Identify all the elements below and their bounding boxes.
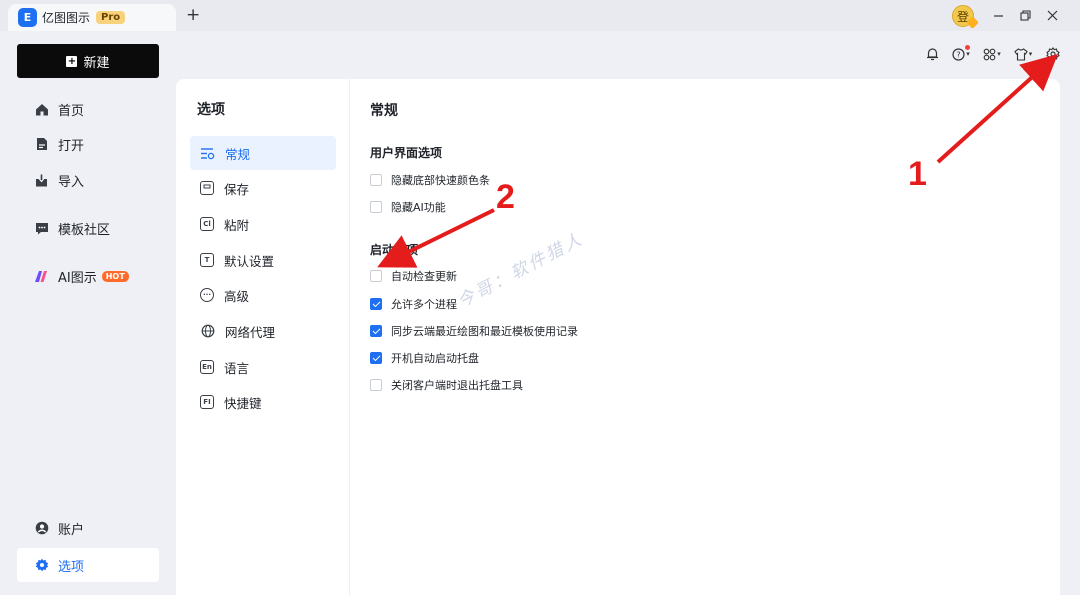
annotation-arrows: [377, 53, 1058, 268]
annotation-marker-2: 2: [496, 178, 515, 216]
arrow-2: [377, 208, 495, 268]
arrow-1: [936, 53, 1058, 164]
annotation-marker-1: 1: [908, 155, 927, 193]
